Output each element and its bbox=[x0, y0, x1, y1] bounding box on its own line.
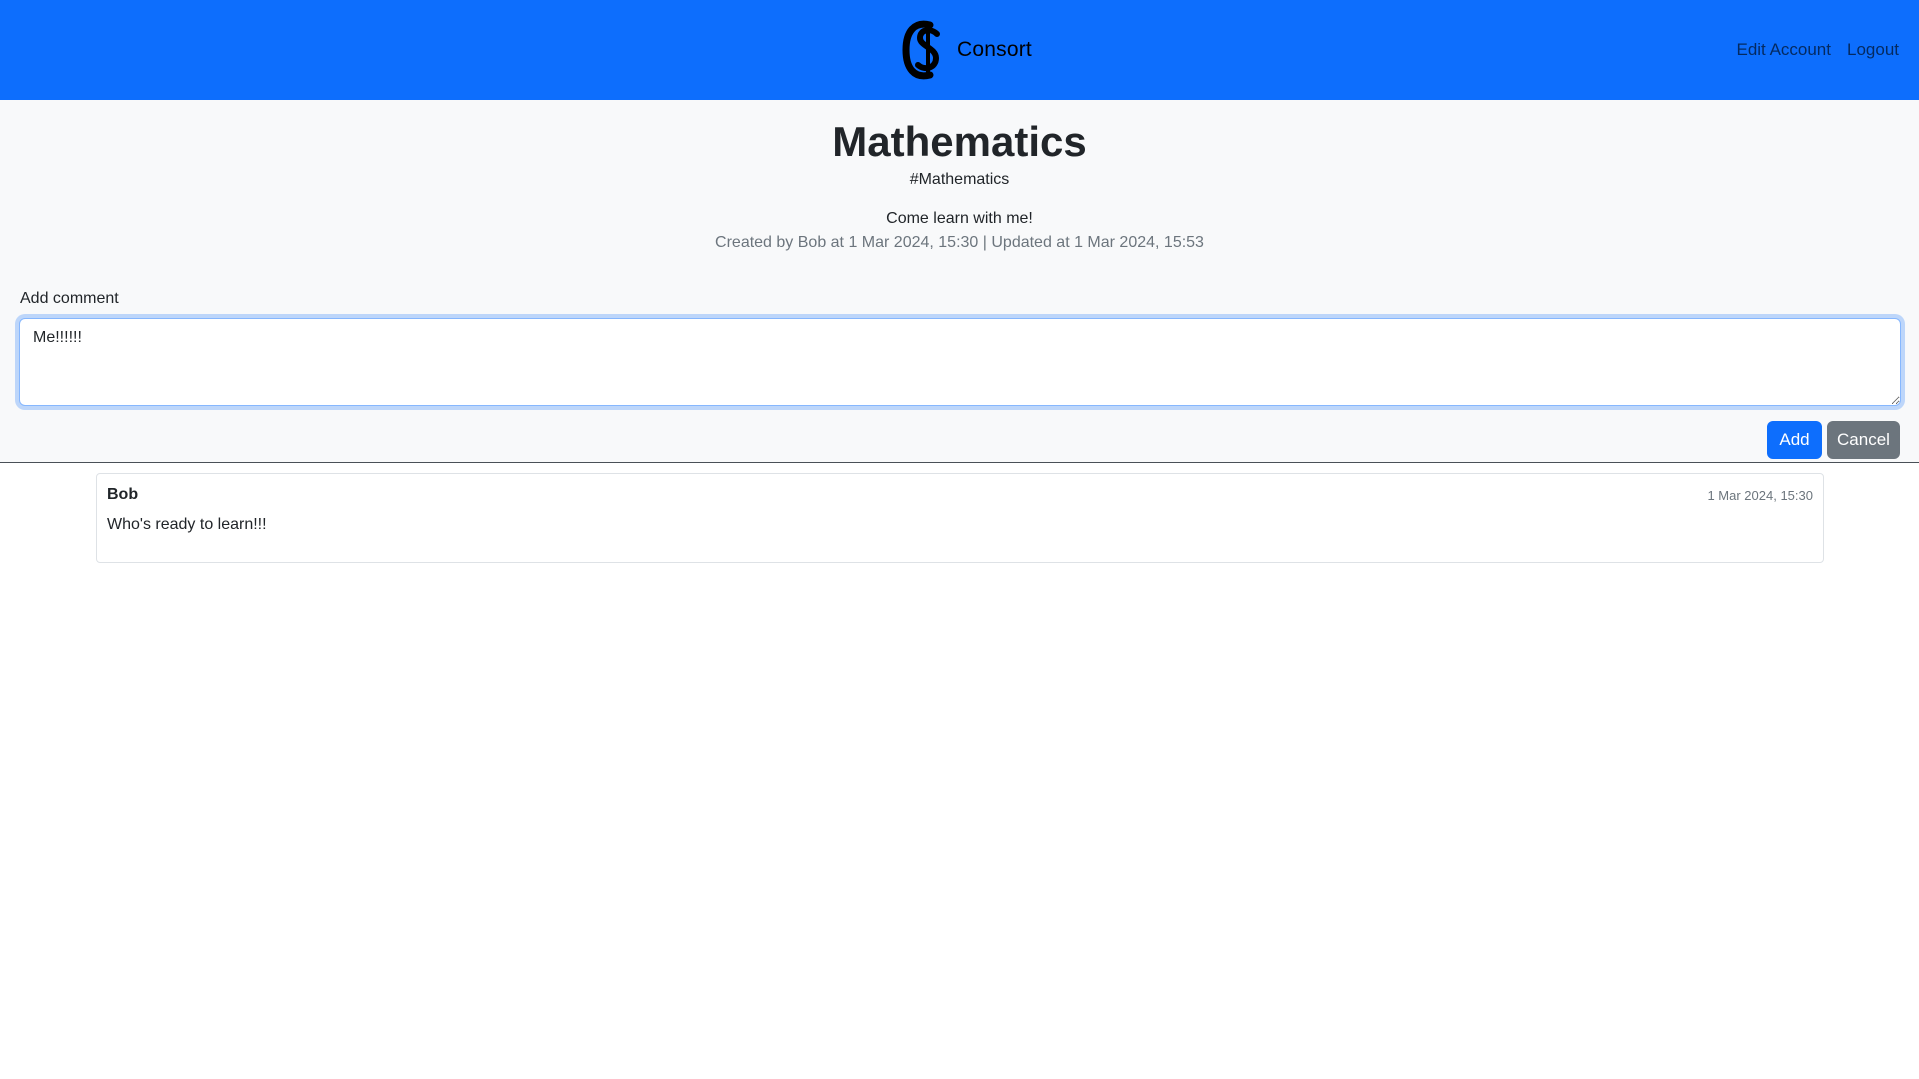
channel-hashtag: #Mathematics bbox=[909, 171, 1010, 188]
comment-timestamp: 1 Mar 2024, 15:30 bbox=[1707, 488, 1813, 503]
comment-card: Bob 1 Mar 2024, 15:30 Who's ready to lea… bbox=[96, 473, 1824, 563]
add-comment-label: Add comment bbox=[20, 290, 119, 307]
page-title: Mathematics bbox=[832, 118, 1087, 165]
comment-author: Bob bbox=[107, 486, 139, 503]
consort-logo-icon bbox=[900, 18, 948, 82]
logout-link[interactable]: Logout bbox=[1847, 40, 1899, 60]
comment-input[interactable]: Me!!!!!! bbox=[19, 318, 1901, 406]
add-button[interactable]: Add bbox=[1767, 421, 1822, 459]
edit-account-link[interactable]: Edit Account bbox=[1736, 40, 1831, 60]
comment-text: Who's ready to learn!!! bbox=[107, 516, 267, 533]
channel-description: Come learn with me! bbox=[886, 210, 1033, 227]
channel-meta: Created by Bob at 1 Mar 2024, 15:30 | Up… bbox=[715, 234, 1204, 251]
cancel-button[interactable]: Cancel bbox=[1827, 421, 1900, 459]
top-navbar: Consort Edit Account Logout bbox=[0, 0, 1919, 100]
brand-name: Consort bbox=[957, 38, 1032, 61]
brand-link[interactable]: Consort bbox=[900, 18, 1032, 82]
nav-links: Edit Account Logout bbox=[1720, 0, 1899, 100]
